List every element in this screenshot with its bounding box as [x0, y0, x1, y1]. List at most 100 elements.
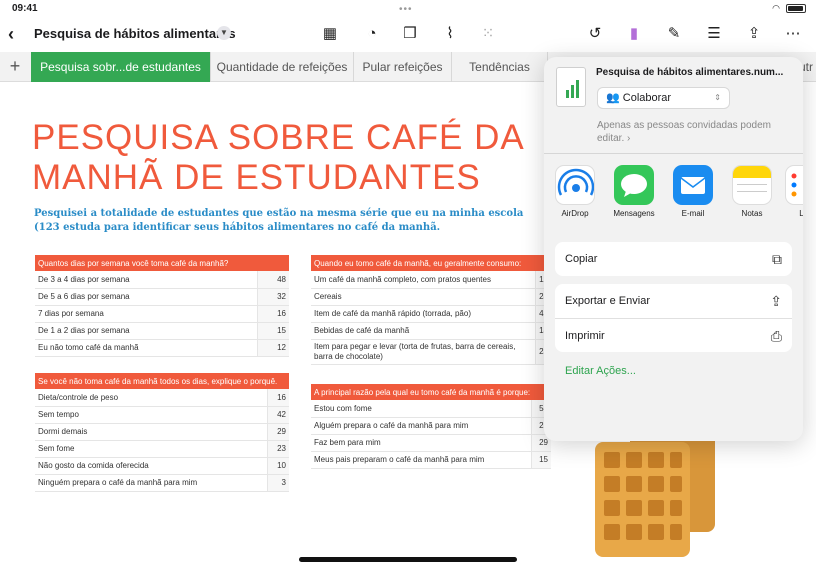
- notes-icon: [732, 165, 772, 205]
- grid-dots-icon[interactable]: ⁙: [478, 24, 498, 44]
- collaborate-label: Colaborar: [622, 92, 672, 104]
- table-cell[interactable]: Ninguém prepara o café da manhã para mim: [35, 474, 268, 492]
- paintbrush-icon[interactable]: ✎: [664, 24, 684, 44]
- table-cell[interactable]: 16: [256, 305, 289, 323]
- tab-meal-count[interactable]: Quantidade de refeições: [211, 52, 354, 82]
- table-cell[interactable]: De 1 a 2 dias por semana: [35, 322, 258, 340]
- table-icon[interactable]: ▦: [320, 24, 340, 44]
- table-cell[interactable]: Alguém prepara o café da manhã para mim: [311, 417, 532, 435]
- app-label: Notas: [741, 209, 763, 218]
- back-chevron-icon[interactable]: ‹: [8, 24, 14, 45]
- battery-icon: [786, 4, 806, 13]
- table-cell[interactable]: Dieta/controle de peso: [35, 389, 268, 407]
- more-icon[interactable]: ⋯: [783, 24, 803, 44]
- table-cell[interactable]: Item para pegar e levar (torta de frutas…: [311, 339, 536, 365]
- printer-icon: ⎙: [770, 328, 782, 344]
- table-cell[interactable]: 42: [266, 406, 289, 424]
- collaborate-note[interactable]: Apenas as pessoas convidadas podem edita…: [597, 119, 797, 145]
- export-action[interactable]: Exportar e Enviar ⇪: [555, 284, 792, 318]
- table-cell[interactable]: Item de café da manhã rápido (torrada, p…: [311, 305, 536, 323]
- waffle-image[interactable]: [590, 422, 720, 562]
- share-app-notes[interactable]: Notas: [727, 165, 777, 218]
- status-bar: 09:41 ••• ◠: [0, 0, 816, 18]
- table-cell[interactable]: De 5 a 6 dias por semana: [35, 288, 258, 306]
- table-cell[interactable]: De 3 a 4 dias por semana: [35, 271, 258, 289]
- people-icon: 👥: [606, 92, 620, 104]
- share-app-airdrop[interactable]: AirDrop: [550, 165, 600, 218]
- table-cell[interactable]: 12: [256, 339, 289, 357]
- table-cell[interactable]: Sem tempo: [35, 406, 268, 424]
- share-icon[interactable]: ⇪: [744, 24, 764, 44]
- reminders-icon: [785, 165, 803, 205]
- table-cell[interactable]: 15: [256, 322, 289, 340]
- table-cell[interactable]: Eu não tomo café da manhã: [35, 339, 258, 357]
- table-cell[interactable]: Estou com fome: [311, 400, 532, 418]
- table-header: Se você não toma café da manhã todos os …: [35, 373, 289, 389]
- print-label: Imprimir: [565, 330, 605, 342]
- numbers-file-icon: [556, 67, 586, 107]
- tab-survey[interactable]: Pesquisa sobr...de estudantes: [31, 52, 211, 82]
- attachment-icon[interactable]: ⌇: [440, 24, 460, 44]
- wifi-icon: ◠: [772, 3, 780, 13]
- table-cell[interactable]: 16: [266, 389, 289, 407]
- share-sheet: Pesquisa de hábitos alimentares.num... 👥…: [544, 57, 803, 441]
- table-cell[interactable]: Meus pais preparam o café da manhã para …: [311, 451, 532, 469]
- print-action[interactable]: Imprimir ⎙: [555, 318, 792, 352]
- tab-trends[interactable]: Tendências: [452, 52, 548, 82]
- copy-label: Copiar: [565, 253, 598, 265]
- table-header: Quantos dias por semana você toma café d…: [35, 255, 289, 271]
- table-cell[interactable]: Sem fome: [35, 440, 268, 458]
- sheet-title[interactable]: PESQUISA SOBRE CAFÉ DA MANHÃ DE ESTUDANT…: [32, 118, 552, 198]
- table-cell[interactable]: Um café da manhã completo, com pratos qu…: [311, 271, 536, 289]
- document-title[interactable]: Pesquisa de hábitos alimentares: [34, 26, 236, 41]
- table-cell[interactable]: Cereais: [311, 288, 536, 306]
- table-cell[interactable]: 23: [266, 440, 289, 458]
- table-breakfast-items[interactable]: Quando eu tomo café da manhã, eu geralme…: [311, 255, 551, 365]
- title-menu-chevron-icon[interactable]: ▼: [217, 26, 231, 40]
- app-label: Mensagens: [613, 209, 655, 218]
- collaborate-button[interactable]: 👥 Colaborar ⇕: [597, 87, 730, 109]
- table-cell[interactable]: 32: [256, 288, 289, 306]
- app-label: E-mail: [681, 209, 705, 218]
- tab-skip-meals[interactable]: Pular refeições: [354, 52, 452, 82]
- export-label: Exportar e Enviar: [565, 295, 650, 307]
- home-indicator[interactable]: [299, 557, 517, 562]
- table-cell[interactable]: 10: [266, 457, 289, 475]
- action-group-export: Exportar e Enviar ⇪ Imprimir ⎙: [555, 284, 792, 352]
- table-cell[interactable]: Dormi demais: [35, 423, 268, 441]
- table-header: Quando eu tomo café da manhã, eu geralme…: [311, 255, 551, 271]
- share-file-name: Pesquisa de hábitos alimentares.num...: [596, 67, 784, 78]
- app-label: AirDrop: [561, 209, 589, 218]
- sheet-intro[interactable]: Pesquisei a totalidade de estudantes que…: [34, 207, 549, 235]
- format-brush-icon[interactable]: ▮: [624, 24, 644, 44]
- copy-action[interactable]: Copiar ⧉: [555, 242, 792, 276]
- shapes-icon[interactable]: ❒: [400, 24, 420, 44]
- status-time: 09:41: [12, 3, 38, 14]
- share-app-messages[interactable]: Mensagens: [609, 165, 659, 218]
- table-header: A principal razão pela qual eu tomo café…: [311, 384, 551, 400]
- comment-icon[interactable]: ☰: [704, 24, 724, 44]
- table-skip-reasons[interactable]: Se você não toma café da manhã todos os …: [35, 373, 289, 492]
- chevron-updown-icon: ⇕: [714, 93, 721, 102]
- table-main-reason[interactable]: A principal razão pela qual eu tomo café…: [311, 384, 551, 469]
- add-sheet-icon[interactable]: +: [0, 52, 30, 82]
- undo-icon[interactable]: ↺: [585, 24, 605, 44]
- share-app-mail[interactable]: E-mail: [668, 165, 718, 218]
- share-app-reminders[interactable]: Ler: [780, 165, 803, 218]
- table-cell[interactable]: 48: [256, 271, 289, 289]
- table-cell[interactable]: Faz bem para mim: [311, 434, 532, 452]
- table-cell[interactable]: 15: [531, 451, 551, 469]
- table-cell[interactable]: 7 dias por semana: [35, 305, 258, 323]
- multitask-dots-icon[interactable]: •••: [399, 4, 413, 15]
- edit-actions-link[interactable]: Editar Ações...: [565, 365, 636, 377]
- table-cell[interactable]: Bebidas de café da manhã: [311, 322, 536, 340]
- airdrop-icon: [555, 165, 595, 205]
- share-apps-row: AirDrop Mensagens E-mail Notas L: [544, 165, 803, 225]
- messages-icon: [614, 165, 654, 205]
- table-days-per-week[interactable]: Quantos dias por semana você toma café d…: [35, 255, 289, 357]
- mail-icon: [673, 165, 713, 205]
- table-cell[interactable]: 3: [266, 474, 289, 492]
- chart-icon[interactable]: ◔: [362, 24, 382, 44]
- table-cell[interactable]: 29: [266, 423, 289, 441]
- table-cell[interactable]: Não gosto da comida oferecida: [35, 457, 268, 475]
